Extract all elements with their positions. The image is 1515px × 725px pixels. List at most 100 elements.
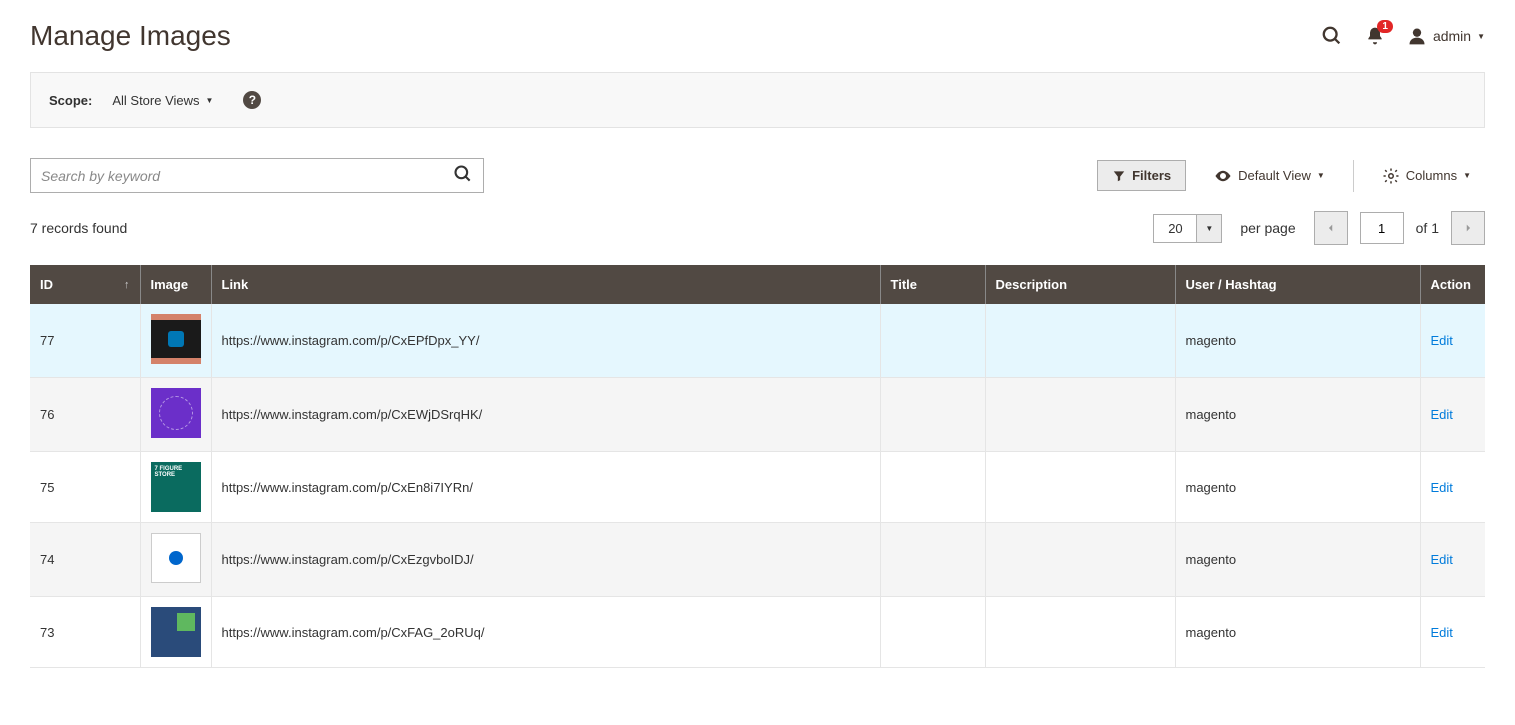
columns-label: Columns [1406, 168, 1457, 183]
cell-id: 74 [30, 523, 140, 597]
col-header-link[interactable]: Link [211, 265, 880, 304]
scope-bar: Scope: All Store Views ▼ ? [30, 72, 1485, 128]
cell-action: Edit [1420, 523, 1485, 597]
cell-action: Edit [1420, 304, 1485, 378]
next-page-button[interactable] [1451, 211, 1485, 245]
edit-link[interactable]: Edit [1431, 407, 1453, 422]
chevron-down-icon: ▼ [1205, 224, 1213, 233]
search-input[interactable] [41, 168, 453, 184]
cell-title [880, 523, 985, 597]
edit-link[interactable]: Edit [1431, 625, 1453, 640]
thumbnail-icon: 7 FIGURE STORE [151, 462, 201, 512]
chevron-down-icon: ▼ [1477, 32, 1485, 41]
help-icon[interactable]: ? [243, 91, 261, 109]
col-header-action[interactable]: Action [1420, 265, 1485, 304]
prev-page-button[interactable] [1314, 211, 1348, 245]
pager-nav: of 1 [1314, 211, 1485, 245]
cell-link: https://www.instagram.com/p/CxEPfDpx_YY/ [211, 304, 880, 378]
cell-link: https://www.instagram.com/p/CxEn8i7IYRn/ [211, 452, 880, 523]
user-label: admin [1433, 28, 1471, 44]
cell-user: magento [1175, 378, 1420, 452]
edit-link[interactable]: Edit [1431, 333, 1453, 348]
chevron-down-icon: ▼ [206, 96, 214, 105]
cell-title [880, 378, 985, 452]
eye-icon [1214, 167, 1232, 185]
cell-user: magento [1175, 304, 1420, 378]
user-menu[interactable]: admin ▼ [1407, 26, 1485, 46]
notifications-icon[interactable]: 1 [1365, 26, 1385, 46]
cell-id: 76 [30, 378, 140, 452]
per-page-value: 20 [1153, 214, 1197, 243]
default-view-button[interactable]: Default View ▼ [1200, 160, 1339, 192]
filters-label: Filters [1132, 168, 1171, 183]
filters-button[interactable]: Filters [1097, 160, 1186, 191]
table-row[interactable]: 74 https://www.instagram.com/p/CxEzgvboI… [30, 523, 1485, 597]
grid-header-row: 7 records found 20 ▼ per page of 1 [30, 211, 1485, 245]
cell-description [985, 523, 1175, 597]
thumbnail-icon [151, 314, 201, 364]
per-page-dropdown[interactable]: ▼ [1197, 214, 1222, 243]
cell-description [985, 304, 1175, 378]
scope-value: All Store Views [112, 93, 199, 108]
per-page-label: per page [1240, 220, 1295, 236]
cell-action: Edit [1420, 597, 1485, 668]
thumbnail-icon [151, 388, 201, 438]
sort-asc-icon: ↑ [124, 279, 130, 291]
images-table: ID↑ Image Link Title Description User / … [30, 265, 1485, 668]
cell-image: 7 FIGURE STORE [140, 452, 211, 523]
table-row[interactable]: 76 https://www.instagram.com/p/CxEWjDSrq… [30, 378, 1485, 452]
chevron-right-icon [1463, 223, 1473, 233]
thumbnail-icon [151, 533, 201, 583]
page-input[interactable] [1360, 212, 1404, 244]
columns-button[interactable]: Columns ▼ [1368, 160, 1485, 192]
scope-selector[interactable]: All Store Views ▼ [112, 93, 213, 108]
table-row[interactable]: 73 https://www.instagram.com/p/CxFAG_2oR… [30, 597, 1485, 668]
chevron-down-icon: ▼ [1463, 171, 1471, 180]
cell-action: Edit [1420, 452, 1485, 523]
col-header-id[interactable]: ID↑ [30, 265, 140, 304]
search-icon[interactable] [453, 164, 473, 187]
chevron-left-icon [1326, 223, 1336, 233]
header-actions: 1 admin ▼ [1321, 25, 1485, 47]
divider [1353, 160, 1354, 192]
search-icon[interactable] [1321, 25, 1343, 47]
cell-image [140, 304, 211, 378]
cell-description [985, 378, 1175, 452]
page-title: Manage Images [30, 20, 231, 52]
search-box [30, 158, 484, 193]
table-header-row: ID↑ Image Link Title Description User / … [30, 265, 1485, 304]
edit-link[interactable]: Edit [1431, 480, 1453, 495]
page-header: Manage Images 1 admin ▼ [30, 0, 1485, 72]
cell-id: 75 [30, 452, 140, 523]
cell-user: magento [1175, 597, 1420, 668]
table-row[interactable]: 77 https://www.instagram.com/p/CxEPfDpx_… [30, 304, 1485, 378]
notification-badge: 1 [1377, 20, 1393, 33]
toolbar-row: Filters Default View ▼ Columns ▼ [30, 158, 1485, 193]
toolbar-buttons: Filters Default View ▼ Columns ▼ [1097, 160, 1485, 192]
col-header-title[interactable]: Title [880, 265, 985, 304]
cell-user: magento [1175, 452, 1420, 523]
cell-action: Edit [1420, 378, 1485, 452]
cell-id: 77 [30, 304, 140, 378]
per-page-selector: 20 ▼ [1153, 214, 1222, 243]
cell-id: 73 [30, 597, 140, 668]
cell-link: https://www.instagram.com/p/CxEWjDSrqHK/ [211, 378, 880, 452]
cell-user: magento [1175, 523, 1420, 597]
cell-description [985, 452, 1175, 523]
gear-icon [1382, 167, 1400, 185]
cell-title [880, 452, 985, 523]
cell-description [985, 597, 1175, 668]
col-header-user-hashtag[interactable]: User / Hashtag [1175, 265, 1420, 304]
cell-image [140, 597, 211, 668]
table-row[interactable]: 75 7 FIGURE STORE https://www.instagram.… [30, 452, 1485, 523]
default-view-label: Default View [1238, 168, 1311, 183]
edit-link[interactable]: Edit [1431, 552, 1453, 567]
col-header-description[interactable]: Description [985, 265, 1175, 304]
scope-label: Scope: [49, 93, 92, 108]
chevron-down-icon: ▼ [1317, 171, 1325, 180]
thumbnail-icon [151, 607, 201, 657]
cell-title [880, 597, 985, 668]
records-found: 7 records found [30, 220, 127, 236]
col-header-image[interactable]: Image [140, 265, 211, 304]
cell-link: https://www.instagram.com/p/CxFAG_2oRUq/ [211, 597, 880, 668]
